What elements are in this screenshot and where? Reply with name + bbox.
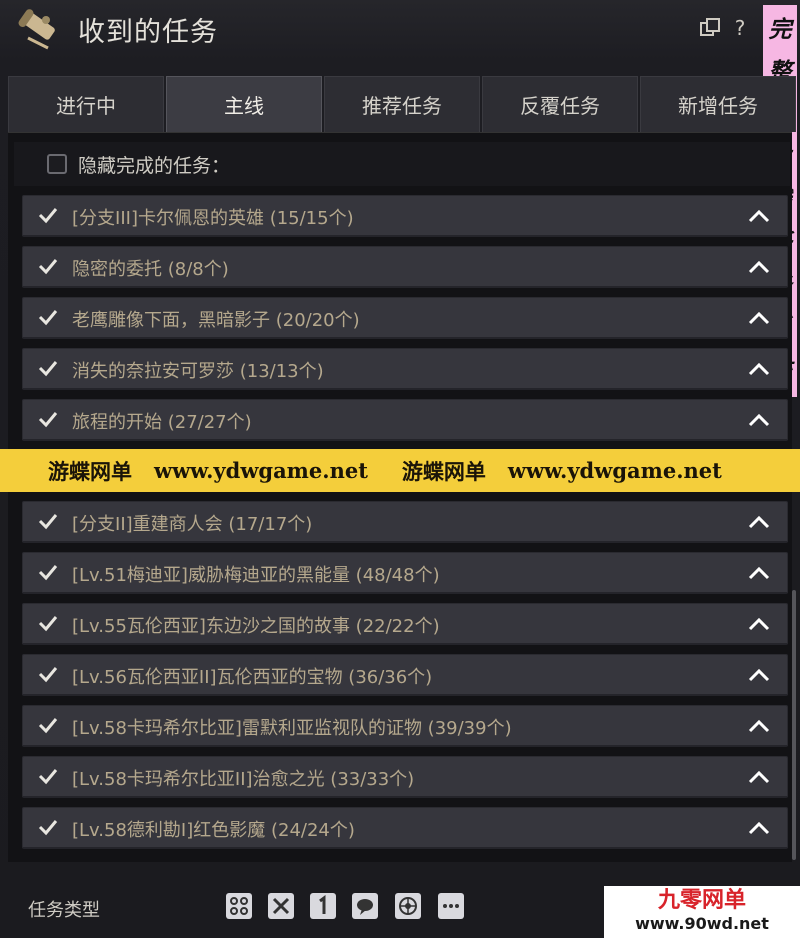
popout-icon[interactable] — [698, 16, 722, 40]
watermark-text: 游蝶网单 — [48, 458, 132, 484]
all-types-icon[interactable] — [226, 893, 252, 919]
chevron-up-icon[interactable] — [747, 359, 771, 379]
quest-panel — [8, 132, 792, 862]
quest-title: 旅程的开始 (27/27个) — [72, 412, 252, 433]
quest-row[interactable]: [Lv.51梅迪亚]威胁梅迪亚的黑能量 (48/48个) — [22, 552, 788, 594]
quest-title: [Lv.58卡玛希尔比亚II]治愈之光 (33/33个) — [72, 769, 415, 790]
corner-watermark-url: www.90wd.net — [635, 914, 769, 933]
tab-in-progress[interactable]: 进行中 — [8, 76, 164, 132]
watermark-text: 游蝶网单 — [401, 458, 486, 484]
quest-title: 老鹰雕像下面，黑暗影子 (20/20个) — [72, 310, 360, 331]
check-icon — [38, 361, 58, 377]
check-icon — [38, 412, 58, 428]
watermark-banner: 游蝶网单 www.ydwgame.net 游蝶网单 www.ydwgame.ne… — [0, 449, 800, 492]
check-icon — [38, 565, 58, 581]
quest-title: 消失的奈拉安可罗莎 (13/13个) — [72, 361, 324, 382]
combat-type-icon[interactable] — [268, 893, 294, 919]
quest-row[interactable]: 隐密的委托 (8/8个) — [22, 246, 788, 288]
quest-row[interactable]: [分支III]卡尔佩恩的英雄 (15/15个) — [22, 195, 788, 237]
quest-row[interactable]: 旅程的开始 (27/27个) — [22, 399, 788, 441]
quest-title: [Lv.56瓦伦西亚II]瓦伦西亚的宝物 (36/36个) — [72, 667, 433, 688]
help-icon[interactable]: ? — [728, 16, 752, 40]
check-icon — [38, 514, 58, 530]
quest-row[interactable]: [Lv.56瓦伦西亚II]瓦伦西亚的宝物 (36/36个) — [22, 654, 788, 696]
corner-watermark-title: 九零网单 — [657, 888, 746, 913]
quest-row[interactable]: [Lv.58卡玛希尔比亚II]治愈之光 (33/33个) — [22, 756, 788, 798]
check-icon — [38, 718, 58, 734]
check-icon — [38, 310, 58, 326]
chevron-up-icon[interactable] — [747, 767, 771, 787]
chevron-up-icon[interactable] — [747, 665, 771, 685]
quest-row[interactable]: [Lv.58卡玛希尔比亚]雷默利亚监视队的证物 (39/39个) — [22, 705, 788, 747]
check-icon — [38, 259, 58, 275]
quest-title: [分支II]重建商人会 (17/17个) — [72, 514, 313, 535]
quest-title: [分支III]卡尔佩恩的英雄 (15/15个) — [72, 208, 354, 229]
more-icon[interactable] — [438, 893, 464, 919]
quest-row[interactable]: [Lv.55瓦伦西亚]东边沙之国的故事 (22/22个) — [22, 603, 788, 645]
chevron-up-icon[interactable] — [747, 818, 771, 838]
chevron-up-icon[interactable] — [747, 308, 771, 328]
check-icon — [38, 208, 58, 224]
quest-row[interactable]: 老鹰雕像下面，黑暗影子 (20/20个) — [22, 297, 788, 339]
scrollbar-thumb[interactable] — [792, 590, 796, 860]
check-icon — [38, 667, 58, 683]
check-icon — [38, 616, 58, 632]
window-title: 收到的任务 — [78, 17, 218, 48]
quest-title: [Lv.55瓦伦西亚]东边沙之国的故事 (22/22个) — [72, 616, 440, 637]
banner-char: 完 — [768, 16, 792, 43]
chevron-up-icon[interactable] — [747, 410, 771, 430]
chevron-up-icon[interactable] — [747, 257, 771, 277]
chevron-up-icon[interactable] — [747, 512, 771, 532]
quest-row[interactable]: 消失的奈拉安可罗莎 (13/13个) — [22, 348, 788, 390]
tab-main-story[interactable]: 主线 — [166, 76, 322, 132]
trade-type-icon[interactable] — [395, 893, 421, 919]
tab-new[interactable]: 新增任务 — [640, 76, 796, 132]
watermark-url: www.ydwgame.net — [507, 458, 722, 483]
check-icon — [38, 769, 58, 785]
chat-type-icon[interactable] — [352, 893, 378, 919]
single-type-icon[interactable] — [310, 893, 336, 919]
corner-watermark: 九零网单 www.90wd.net — [604, 886, 800, 938]
tab-recommended[interactable]: 推荐任务 — [324, 76, 480, 132]
quest-title: 隐密的委托 (8/8个) — [72, 259, 229, 280]
quest-title: [Lv.58卡玛希尔比亚]雷默利亚监视队的证物 (39/39个) — [72, 718, 512, 739]
scroll-map-icon — [14, 8, 58, 52]
quest-row[interactable]: [分支II]重建商人会 (17/17个) — [22, 501, 788, 543]
check-icon — [38, 820, 58, 836]
chevron-up-icon[interactable] — [747, 716, 771, 736]
titlebar: 收到的任务 ? — [0, 0, 800, 60]
quest-row[interactable]: [Lv.58德利勘I]红色影魔 (24/24个) — [22, 807, 788, 849]
quest-type-label: 任务类型 — [28, 900, 100, 921]
quest-title: [Lv.51梅迪亚]威胁梅迪亚的黑能量 (48/48个) — [72, 565, 440, 586]
hide-completed-checkbox[interactable] — [47, 154, 67, 174]
chevron-up-icon[interactable] — [747, 614, 771, 634]
quest-window: 收到的任务 ? 完 整 的 主 线 任 务 系 统 进行中 主线 推荐任务 反覆… — [0, 0, 800, 938]
quest-tabs: 进行中 主线 推荐任务 反覆任务 新增任务 — [8, 76, 800, 132]
chevron-up-icon[interactable] — [747, 206, 771, 226]
chevron-up-icon[interactable] — [747, 563, 771, 583]
tab-repeatable[interactable]: 反覆任务 — [482, 76, 638, 132]
hide-completed-label: 隐藏完成的任务： — [78, 155, 231, 177]
filter-row: 隐藏完成的任务： — [14, 142, 790, 186]
quest-title: [Lv.58德利勘I]红色影魔 (24/24个) — [72, 820, 355, 841]
watermark-url: www.ydwgame.net — [154, 458, 368, 483]
